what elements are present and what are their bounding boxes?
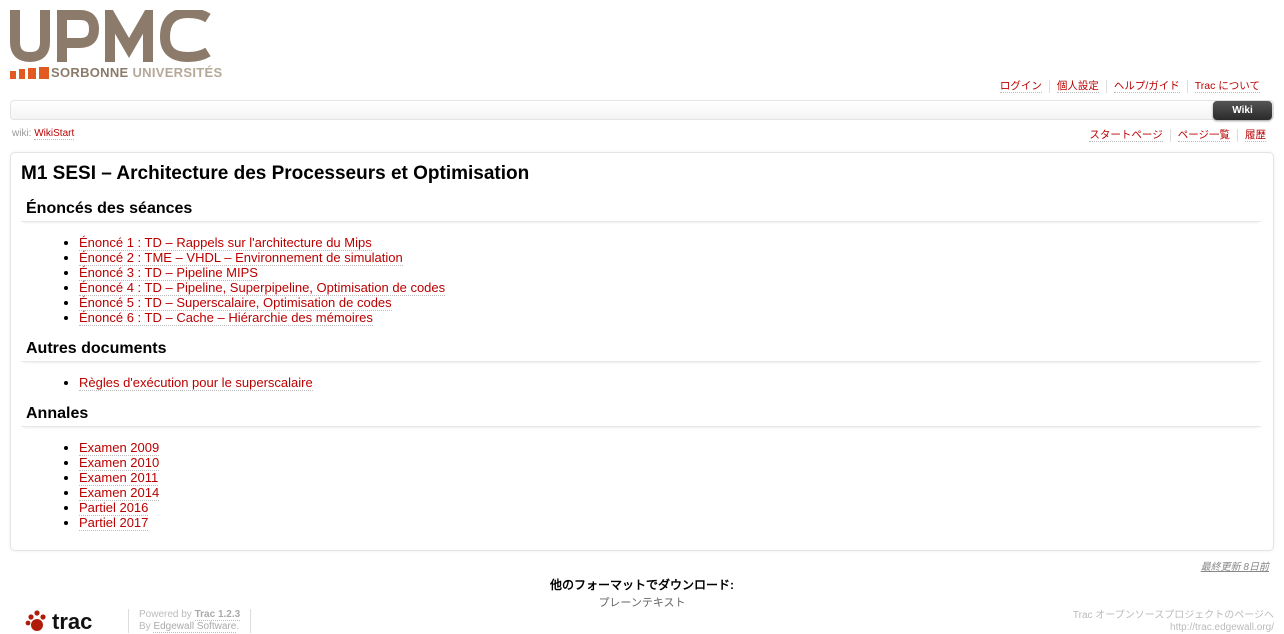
regles-link[interactable]: Règles d'exécution pour le superscalaire [79,375,313,391]
enonce-3-link[interactable]: Énoncé 3 : TD – Pipeline MIPS [79,265,258,281]
list-item: Énoncé 6 : TD – Cache – Hiérarchie des m… [79,310,445,326]
trac-logo-text: trac [52,609,92,634]
upmc-logo-mark [10,10,211,62]
plain-text-link[interactable]: プレーンテキスト [0,594,1284,610]
upmc-bars-icon [10,67,49,79]
login-link[interactable]: ログイン [999,80,1042,93]
last-modified[interactable]: 最終更新 8日前 [1201,558,1269,573]
section-heading-annales: Annales [21,405,1261,427]
autres-list: Règles d'exécution pour le superscalaire [59,375,313,391]
meta-nav: ログイン 個人設定 ヘルプ/ガイド Trac について [993,80,1267,93]
trac-project-link[interactable]: Trac オープンソースプロジェクトのページへ http://trac.edge… [1073,610,1274,634]
enonce-6-link[interactable]: Énoncé 6 : TD – Cache – Hiérarchie des m… [79,310,373,326]
list-item: Énoncé 3 : TD – Pipeline MIPS [79,265,445,281]
enonces-list: Énoncé 1 : TD – Rappels sur l'architectu… [59,235,446,326]
breadcrumb-prefix: wiki: [12,128,32,139]
enonce-1-link[interactable]: Énoncé 1 : TD – Rappels sur l'architectu… [79,235,372,251]
breadcrumb-page-link[interactable]: WikiStart [34,128,75,140]
trac-logo[interactable]: trac [24,608,106,634]
list-item: Examen 2011 [79,470,159,486]
help-link[interactable]: ヘルプ/ガイド [1113,80,1180,93]
powered-by-label: Powered by [139,609,192,620]
section-heading-autres: Autres documents [21,340,1261,362]
enonce-5-link[interactable]: Énoncé 5 : TD – Superscalaire, Optimisat… [79,295,392,311]
logo-sorbonne-text: SORBONNE [51,65,129,80]
logo-universites-text: UNIVERSITÉS [132,65,223,80]
enonce-2-link[interactable]: Énoncé 2 : TME – VHDL – Environnement de… [79,250,403,266]
examen-2014-link[interactable]: Examen 2014 [79,485,160,501]
logo-subtitle: SORBONNE UNIVERSITÉS [51,65,222,80]
list-item: Règles d'exécution pour le superscalaire [79,375,313,391]
trac-project-url: http://trac.edgewall.org/ [1170,622,1274,633]
tab-wiki[interactable]: Wiki [1213,101,1272,120]
context-nav: スタートページ ページ一覧 履歴 [1082,129,1273,142]
upmc-logo[interactable]: SORBONNE UNIVERSITÉS [10,10,222,80]
partiel-2017-link[interactable]: Partiel 2017 [79,515,149,531]
history-link[interactable]: 履歴 [1245,129,1266,142]
examen-2011-link[interactable]: Examen 2011 [79,470,159,486]
examen-2010-link[interactable]: Examen 2010 [79,455,160,471]
list-item: Énoncé 5 : TD – Superscalaire, Optimisat… [79,295,445,311]
edgewall-link[interactable]: Edgewall Software [153,621,237,633]
list-item: Partiel 2017 [79,515,159,531]
partiel-2016-link[interactable]: Partiel 2016 [79,500,149,516]
list-item: Partiel 2016 [79,500,159,516]
paw-icon [25,610,46,631]
wiki-content: M1 SESI – Architecture des Processeurs e… [10,152,1274,551]
page-title: M1 SESI – Architecture des Processeurs e… [21,163,530,184]
breadcrumb: wiki: WikiStart [12,128,75,140]
powered-by: Powered by Trac 1.2.3 By Edgewall Softwa… [128,609,252,633]
annales-list: Examen 2009 Examen 2010 Examen 2011 Exam… [59,440,160,531]
examen-2009-link[interactable]: Examen 2009 [79,440,160,456]
page-index-link[interactable]: ページ一覧 [1177,129,1230,142]
list-item: Examen 2009 [79,440,160,456]
by-label: By [139,621,151,632]
list-item: Examen 2010 [79,455,160,471]
trac-project-text: Trac オープンソースプロジェクトのページへ [1072,610,1274,621]
list-item: Énoncé 4 : TD – Pipeline, Superpipeline,… [79,280,446,296]
list-item: Énoncé 2 : TME – VHDL – Environnement de… [79,250,445,266]
prefs-link[interactable]: 個人設定 [1056,80,1099,93]
main-nav: Wiki [10,100,1274,120]
list-item: Examen 2014 [79,485,160,501]
about-trac-link[interactable]: Trac について [1194,80,1260,93]
trac-version-link[interactable]: Trac 1.2.3 [194,609,241,621]
section-heading-enonces: Énoncés des séances [21,200,1261,222]
list-item: Énoncé 1 : TD – Rappels sur l'architectu… [79,235,445,251]
altlinks-heading: 他のフォーマットでダウンロード: [550,578,734,592]
start-page-link[interactable]: スタートページ [1089,129,1163,142]
enonce-4-link[interactable]: Énoncé 4 : TD – Pipeline, Superpipeline,… [79,280,446,296]
